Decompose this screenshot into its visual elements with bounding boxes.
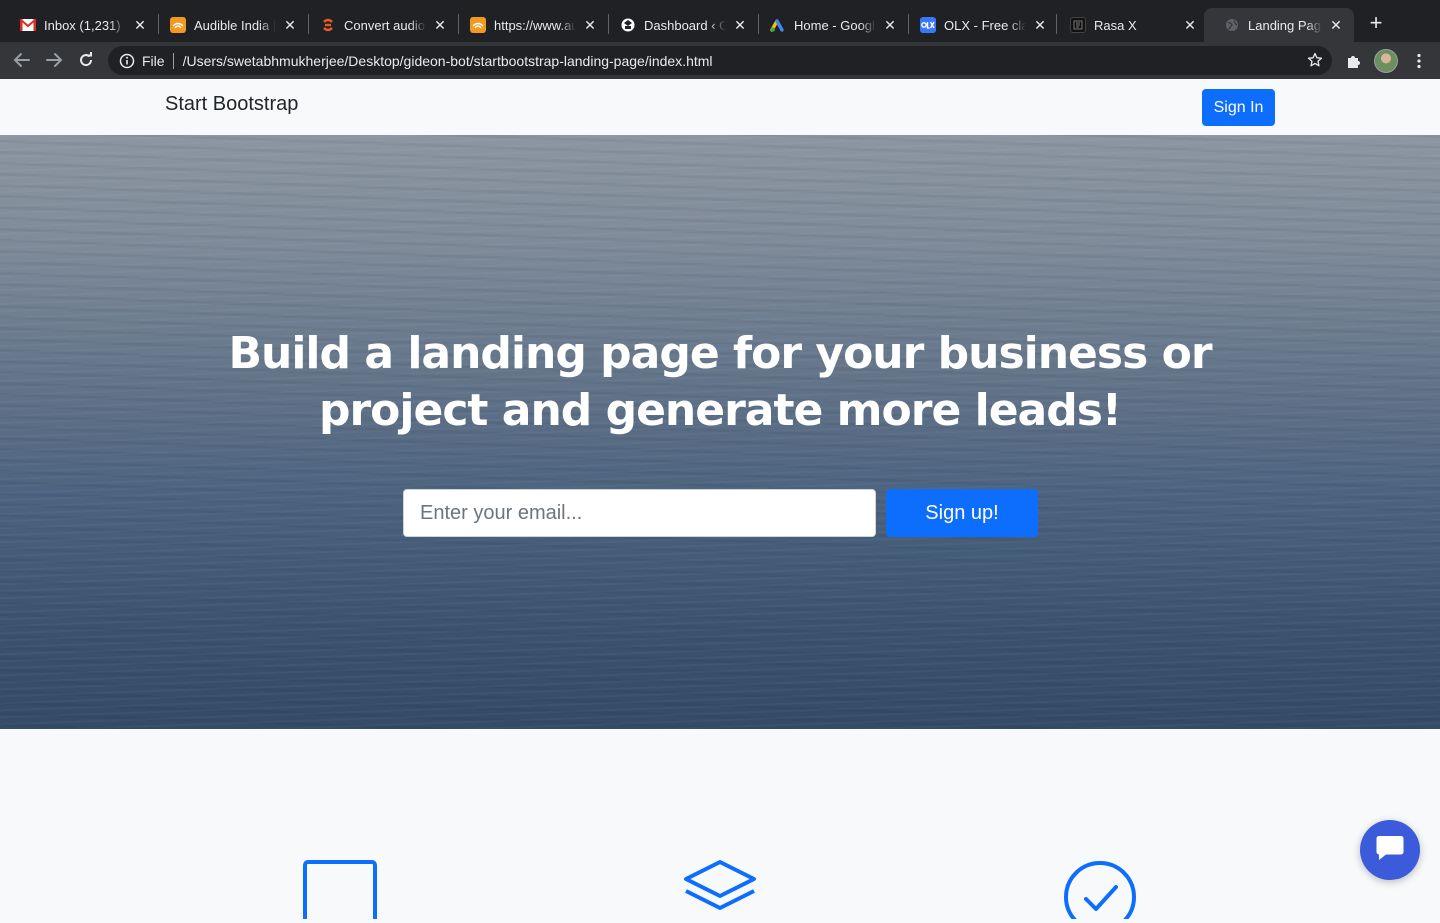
close-icon[interactable]: ✕ xyxy=(582,17,598,33)
sign-up-button[interactable]: Sign up! xyxy=(886,489,1038,537)
close-icon[interactable]: ✕ xyxy=(1032,17,1048,33)
brand-link[interactable]: Start Bootstrap xyxy=(165,93,298,116)
tab-title: Rasa X xyxy=(1094,17,1137,33)
tab-title: Convert audio xyxy=(344,17,425,33)
url-scheme-label: File xyxy=(142,52,165,69)
divider xyxy=(172,52,174,69)
tab-title: https://www.au xyxy=(494,17,576,33)
address-bar[interactable]: File /Users/swetabhmukherjee/Desktop/gid… xyxy=(108,46,1332,75)
browser-tabstrip: Inbox (1,231) - ✕ Audible India | ✕ Conv… xyxy=(0,0,1440,42)
tab-title: Inbox (1,231) - xyxy=(44,17,126,33)
dashboard-icon xyxy=(620,17,636,33)
close-icon[interactable]: ✕ xyxy=(132,17,148,33)
more-menu-icon[interactable] xyxy=(1410,51,1428,71)
browser-tab[interactable]: Home - Google ✕ xyxy=(750,8,908,42)
audible-icon xyxy=(170,17,186,33)
url-text[interactable]: /Users/swetabhmukherjee/Desktop/gideon-b… xyxy=(183,53,713,69)
tab-title: Audible India | xyxy=(194,17,276,33)
browser-tab[interactable]: Inbox (1,231) - ✕ xyxy=(0,8,158,42)
browser-tab[interactable]: https://www.au ✕ xyxy=(450,8,608,42)
google-ads-icon xyxy=(770,17,786,33)
bookmark-star-icon[interactable] xyxy=(1307,52,1323,68)
browser-toolbar: File /Users/swetabhmukherjee/Desktop/gid… xyxy=(0,42,1440,79)
browser-tab[interactable]: Audible India | ✕ xyxy=(150,8,308,42)
tab-title: Dashboard ‹ G xyxy=(644,17,726,33)
check-circle-icon xyxy=(1060,859,1140,923)
rasa-icon xyxy=(1070,17,1086,33)
close-icon[interactable]: ✕ xyxy=(882,17,898,33)
back-arrow-icon[interactable] xyxy=(12,50,32,70)
browser-tab-active[interactable]: Landing Page - ✕ xyxy=(1204,8,1354,42)
forward-arrow-icon[interactable] xyxy=(44,50,64,70)
tab-title: Home - Google xyxy=(794,17,876,33)
close-icon[interactable]: ✕ xyxy=(282,17,298,33)
hero-section: Build a landing page for your business o… xyxy=(0,135,1440,729)
reload-icon[interactable] xyxy=(76,50,96,70)
new-tab-plus-icon[interactable]: + xyxy=(1364,12,1388,36)
close-icon[interactable]: ✕ xyxy=(432,17,448,33)
convert-icon xyxy=(320,17,336,33)
olx-icon xyxy=(920,17,936,33)
audible-icon xyxy=(470,17,486,33)
tab-title: OLX - Free clas xyxy=(944,17,1026,33)
window-icon xyxy=(300,859,380,923)
gmail-icon xyxy=(20,17,36,33)
close-icon[interactable]: ✕ xyxy=(732,17,748,33)
layers-icon xyxy=(680,859,760,919)
chat-bubble-icon xyxy=(1375,834,1405,866)
chat-widget-button[interactable] xyxy=(1360,820,1420,880)
close-icon[interactable]: ✕ xyxy=(1182,17,1198,33)
globe-icon xyxy=(1224,17,1240,33)
features-section xyxy=(0,729,1440,923)
email-input[interactable] xyxy=(403,489,876,537)
extensions-puzzle-icon[interactable] xyxy=(1344,51,1364,71)
profile-avatar[interactable] xyxy=(1374,49,1398,73)
hero-title: Build a landing page for your business o… xyxy=(228,328,1212,436)
info-icon[interactable] xyxy=(119,53,135,69)
browser-tab[interactable]: Dashboard ‹ G ✕ xyxy=(600,8,758,42)
browser-tab[interactable]: OLX - Free clas ✕ xyxy=(900,8,1058,42)
tab-title: Landing Page - xyxy=(1248,17,1322,33)
sign-in-button[interactable]: Sign In xyxy=(1202,89,1275,126)
browser-tab[interactable]: Convert audio ✕ xyxy=(300,8,458,42)
close-icon[interactable]: ✕ xyxy=(1328,17,1344,33)
site-navbar: Start Bootstrap Sign In xyxy=(0,79,1440,135)
browser-tab[interactable]: Rasa X ✕ xyxy=(1050,8,1208,42)
